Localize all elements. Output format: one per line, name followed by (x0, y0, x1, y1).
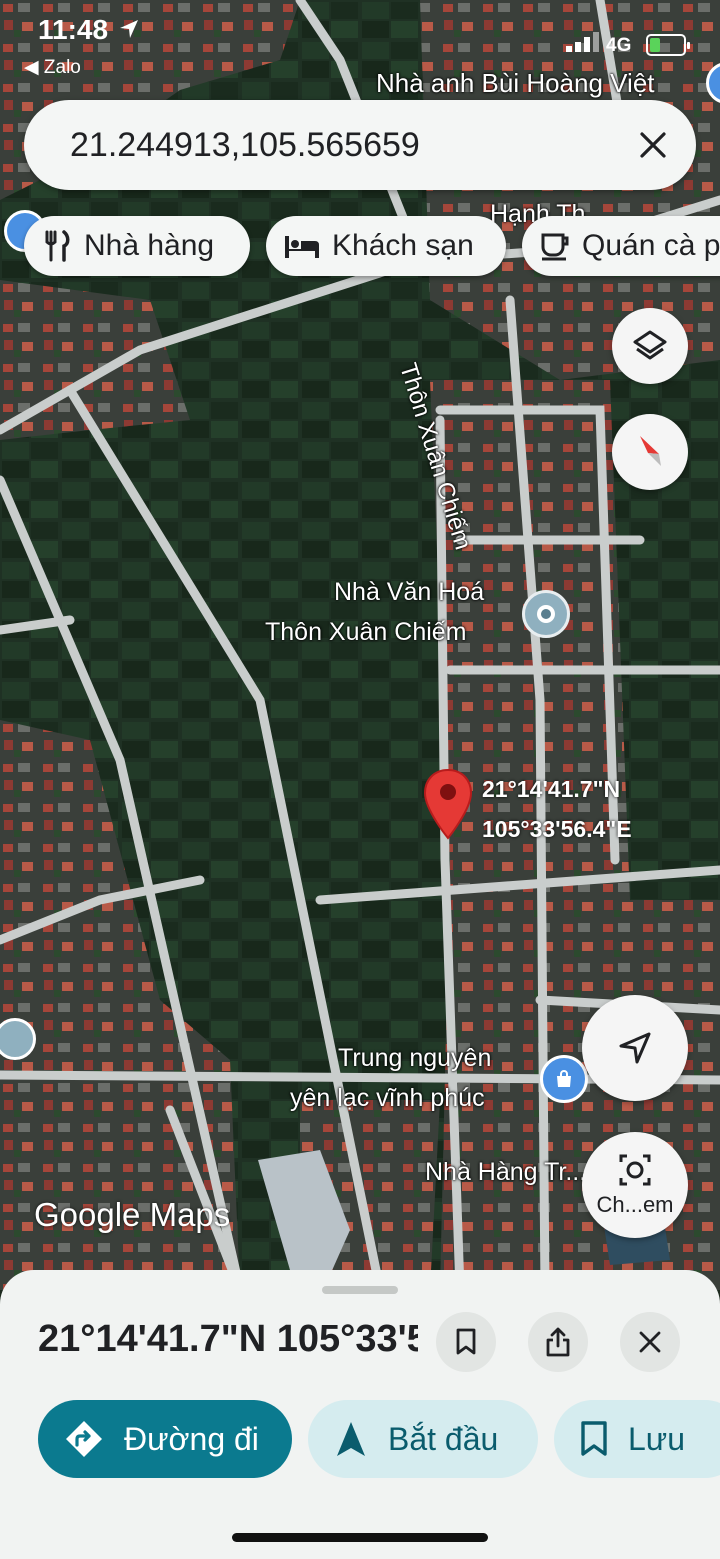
restaurant-icon (45, 230, 70, 262)
search-query[interactable]: 21.244913,105.565659 (70, 126, 420, 165)
place-label[interactable]: yên lạc vĩnh phúc (290, 1084, 485, 1113)
directions-icon (66, 1421, 102, 1457)
chip-label: Khách sạn (332, 229, 474, 262)
compass-button[interactable] (612, 414, 688, 490)
battery-icon (646, 34, 690, 56)
share-button[interactable] (528, 1312, 588, 1372)
search-box[interactable]: 21.244913,105.565659 (24, 100, 696, 190)
signal-bars-icon (566, 32, 599, 52)
bookmark-icon (456, 1328, 476, 1355)
google-maps-attribution: Google Maps (34, 1196, 231, 1233)
coffee-icon (541, 233, 569, 261)
shopping-pin-icon[interactable] (540, 1055, 588, 1103)
navigation-arrow-icon (619, 1032, 651, 1064)
dropped-pin-icon[interactable] (422, 768, 474, 840)
network-type: 4G (606, 35, 632, 56)
close-sheet-button[interactable] (620, 1312, 680, 1372)
chip-restaurants[interactable]: Nhà hàng (24, 216, 250, 276)
chip-label: Quán cà phê (582, 229, 720, 262)
save-label: Lưu (628, 1420, 686, 1457)
layers-button[interactable] (612, 308, 688, 384)
chip-label: Nhà hàng (84, 229, 215, 262)
status-bar: 11:48 ◀ Zalo 4G (0, 0, 720, 90)
clear-search-close-icon[interactable] (638, 130, 668, 160)
save-place-button[interactable]: Lưu (554, 1400, 720, 1478)
pin-coordinates-lng: 105°33'56.4"E (482, 816, 632, 842)
camera-lens-icon (619, 1154, 651, 1186)
directions-label: Đường đi (124, 1420, 259, 1457)
place-title: 21°14'41.7"N 105°33'56.4"E (38, 1318, 418, 1360)
place-bottom-sheet[interactable]: 21°14'41.7"N 105°33'56.4"E Đường đi Bắt … (0, 1270, 720, 1559)
start-button[interactable]: Bắt đầu (308, 1400, 538, 1478)
layers-icon (633, 330, 667, 360)
drag-handle[interactable] (322, 1286, 398, 1294)
place-label[interactable]: Trung nguyên (338, 1044, 491, 1073)
clock: 11:48 (38, 14, 109, 45)
chip-hotels[interactable]: Khách sạn (266, 216, 506, 276)
location-arrow-icon (120, 20, 138, 38)
lens-button[interactable]: Ch...em (582, 1132, 688, 1238)
compass-icon (640, 436, 661, 466)
lens-label: Ch...em (596, 1192, 674, 1217)
home-indicator[interactable] (232, 1533, 488, 1542)
back-to-app[interactable]: ◀ Zalo (24, 56, 81, 79)
place-label[interactable]: Thôn Xuân Chiếm (265, 618, 467, 647)
map-view[interactable]: Nhà anh Bùi Hoàng Việt Hạnh Th... Thôn X… (0, 0, 720, 1290)
pin-coordinates-lat: 21°14'41.7"N (482, 776, 621, 802)
place-label[interactable]: Nhà Văn Hoá (334, 578, 484, 607)
navigation-arrow-icon (337, 1422, 365, 1456)
bookmark-icon (581, 1421, 607, 1456)
chip-coffee[interactable]: Quán cà phê (522, 216, 720, 276)
start-label: Bắt đầu (388, 1420, 499, 1457)
save-button[interactable] (436, 1312, 496, 1372)
share-icon (546, 1327, 570, 1357)
directions-button[interactable]: Đường đi (38, 1400, 292, 1478)
close-icon (639, 1331, 661, 1353)
my-location-button[interactable] (582, 995, 688, 1101)
hotel-icon (285, 236, 319, 258)
landmark-pin-icon[interactable] (522, 590, 570, 638)
back-app-name: Zalo (43, 57, 81, 78)
